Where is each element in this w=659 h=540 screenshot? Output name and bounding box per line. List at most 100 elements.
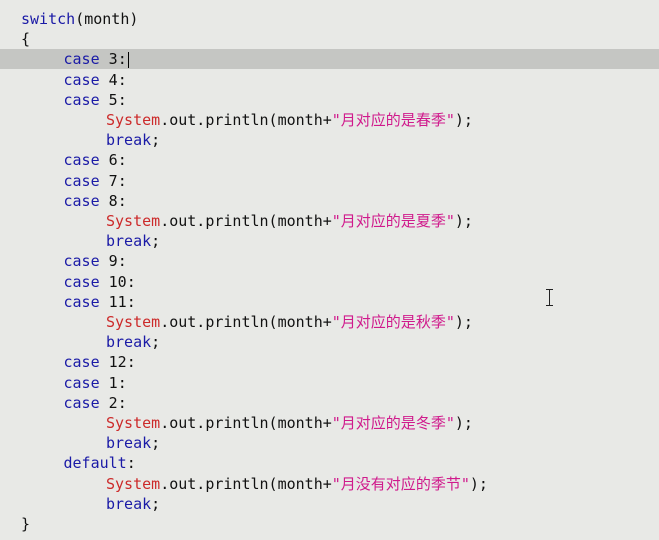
code-line-text: case 8: (64, 191, 127, 211)
code-line[interactable]: break; (0, 130, 659, 150)
code-token-plain: ; (151, 434, 161, 453)
code-token-num: 5 (108, 90, 118, 109)
code-token-plain: : (117, 70, 127, 89)
code-token-plain: ; (151, 232, 161, 251)
code-line[interactable]: break; (0, 494, 659, 514)
code-line[interactable]: System.out.println(month+"月没有对应的季节"); (0, 474, 659, 494)
code-token-str: "月对应的是秋季" (331, 313, 455, 331)
code-token-kw: case (63, 353, 109, 372)
code-token-str: "月对应的是夏季" (331, 212, 455, 230)
code-line-text: break; (106, 130, 160, 150)
code-line-text: case 12: (64, 352, 136, 372)
code-line[interactable]: } (0, 514, 659, 534)
code-editor[interactable]: switch(month){case 3: case 4: case 5: Syste… (0, 0, 659, 540)
code-token-num: 2 (108, 393, 118, 412)
code-line[interactable]: case 4: (0, 70, 659, 90)
code-token-str: "月对应的是春季" (331, 111, 455, 129)
code-line-text: System.out.println(month+"月对应的是冬季"); (106, 413, 473, 433)
code-line[interactable]: break; (0, 231, 659, 251)
code-line-text: case 6: (64, 150, 127, 170)
code-line-text: case 2: (64, 393, 127, 413)
code-line[interactable]: case 1: (0, 373, 659, 393)
code-line-text: switch(month) (21, 9, 138, 29)
code-line[interactable]: break; (0, 433, 659, 453)
code-line-text: case 5: (64, 90, 127, 110)
code-token-plain: : (117, 252, 127, 271)
code-token-kw: case (63, 292, 109, 311)
code-line[interactable]: case 11: (0, 292, 659, 312)
code-token-kw: case (63, 50, 109, 69)
code-line[interactable]: case 9: (0, 251, 659, 271)
code-token-num: 1 (108, 373, 118, 392)
code-line-text: case 11: (64, 292, 136, 312)
code-token-plain: : (117, 151, 127, 170)
code-token-plain: : (126, 272, 136, 291)
code-token-plain: .out.println(month+ (160, 474, 332, 493)
code-line-text: System.out.println(month+"月对应的是秋季"); (106, 312, 473, 332)
i-beam-cursor-icon (546, 289, 553, 306)
code-line-text: { (21, 29, 30, 49)
code-line-text: System.out.println(month+"月对应的是夏季"); (106, 211, 473, 231)
code-line[interactable]: case 6: (0, 150, 659, 170)
code-token-plain: ; (151, 494, 161, 513)
code-line-text: default: (64, 453, 136, 473)
code-token-num: 11 (108, 292, 127, 311)
code-line-text: } (21, 514, 30, 534)
code-line-text: break; (106, 231, 160, 251)
code-token-sys: System (106, 313, 161, 331)
code-token-plain: : (117, 393, 127, 412)
code-token-plain: .out.println(month+ (160, 313, 332, 331)
code-token-str: "月没有对应的季节" (331, 474, 470, 493)
code-token-plain: ); (454, 212, 473, 230)
code-line[interactable]: case 7: (0, 171, 659, 191)
code-line-text: break; (106, 494, 160, 514)
code-token-kw: case (63, 252, 109, 271)
code-token-plain: .out.println(month+ (160, 111, 332, 129)
code-line[interactable]: break; (0, 332, 659, 352)
code-token-num: 4 (108, 70, 118, 89)
code-token-kw: default (63, 454, 127, 473)
code-line[interactable]: case 10: (0, 272, 659, 292)
code-token-num: 7 (108, 171, 118, 190)
code-token-plain: ; (151, 333, 161, 352)
code-line-text: case 1: (64, 373, 127, 393)
code-token-num: 8 (108, 191, 118, 210)
code-token-plain: : (117, 373, 127, 392)
code-token-sys: System (106, 111, 161, 129)
code-token-kw: break (106, 232, 152, 251)
code-token-plain: .out.println(month+ (160, 212, 332, 230)
code-line[interactable]: case 2: (0, 393, 659, 413)
code-line-text: case 7: (64, 171, 127, 191)
code-token-num: 12 (108, 353, 127, 372)
code-line[interactable]: System.out.println(month+"月对应的是秋季"); (0, 312, 659, 332)
code-token-plain: ); (454, 111, 473, 129)
code-token-kw: case (63, 171, 109, 190)
code-token-num: 6 (108, 151, 118, 170)
code-line[interactable]: case 3: (0, 49, 659, 70)
code-line[interactable]: System.out.println(month+"月对应的是春季"); (0, 110, 659, 130)
code-line[interactable]: { (0, 29, 659, 49)
code-line[interactable]: System.out.println(month+"月对应的是冬季"); (0, 413, 659, 433)
code-line[interactable]: case 12: (0, 352, 659, 372)
code-line[interactable]: switch(month) (0, 9, 659, 29)
code-token-plain: ; (151, 131, 161, 150)
code-line[interactable]: System.out.println(month+"月对应的是夏季"); (0, 211, 659, 231)
code-token-num: 10 (108, 272, 127, 291)
code-token-sys: System (106, 474, 161, 493)
code-token-str: "月对应的是冬季" (331, 414, 455, 432)
code-token-plain: ); (454, 414, 473, 432)
code-line[interactable]: case 5: (0, 90, 659, 110)
code-token-sys: System (106, 212, 161, 230)
code-token-plain: (month) (75, 10, 139, 28)
code-line-text: System.out.println(month+"月没有对应的季节"); (106, 474, 488, 494)
code-line[interactable]: default: (0, 453, 659, 473)
code-token-plain: : (117, 90, 127, 109)
code-line[interactable]: case 8: (0, 191, 659, 211)
code-token-plain: : (126, 292, 136, 311)
code-token-plain: .out.println(month+ (160, 414, 332, 432)
code-token-kw: break (106, 131, 152, 150)
code-line-text: break; (106, 332, 160, 352)
code-token-plain: } (21, 515, 31, 533)
code-token-kw: case (63, 393, 109, 412)
code-token-plain: : (126, 454, 136, 473)
